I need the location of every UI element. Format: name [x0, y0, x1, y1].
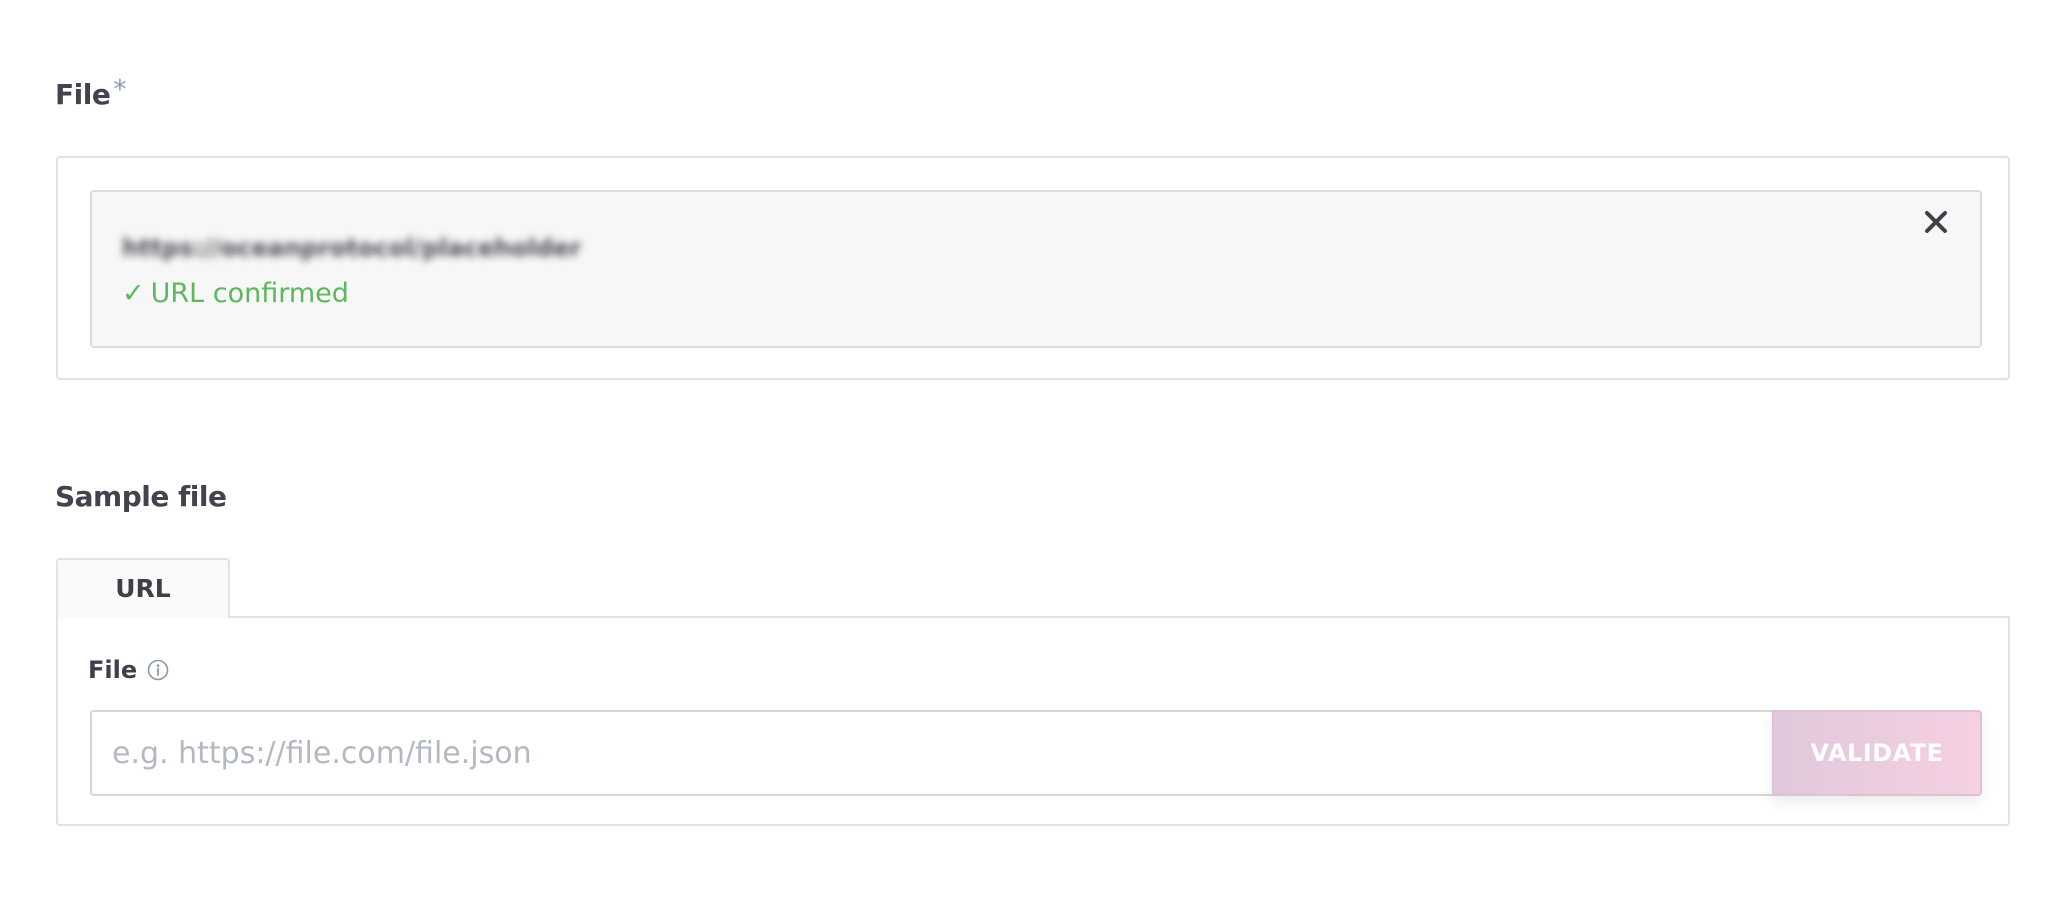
- check-icon: ✓: [122, 278, 145, 309]
- confirmed-file-url: https://oceanprotocol/placeholder: [122, 234, 582, 262]
- url-tab-panel: File VALIDATE: [56, 616, 2010, 826]
- publish-files-form: File * https://oceanprotocol/placeholder …: [0, 0, 2070, 902]
- file-label-text: File: [55, 78, 111, 111]
- validate-button[interactable]: VALIDATE: [1772, 710, 1982, 796]
- close-icon: [1914, 200, 1958, 244]
- sample-file-url-input[interactable]: [90, 710, 1772, 796]
- sample-file-field-label-text: File: [88, 656, 138, 684]
- file-box: https://oceanprotocol/placeholder ✓ URL c…: [56, 156, 2010, 380]
- url-confirmed-text: URL confirmed: [150, 278, 349, 309]
- file-section-label: File *: [55, 75, 126, 111]
- tab-url[interactable]: URL: [56, 558, 230, 618]
- sample-file-field-label: File: [88, 656, 169, 684]
- required-marker: *: [113, 75, 126, 105]
- info-icon[interactable]: [147, 659, 169, 681]
- sample-file-section-label: Sample file: [55, 480, 227, 513]
- url-confirmed-status: ✓ URL confirmed: [122, 278, 349, 309]
- file-info-card: https://oceanprotocol/placeholder ✓ URL c…: [90, 190, 1982, 348]
- remove-file-button[interactable]: [1914, 200, 1958, 244]
- url-input-row: VALIDATE: [90, 710, 1982, 796]
